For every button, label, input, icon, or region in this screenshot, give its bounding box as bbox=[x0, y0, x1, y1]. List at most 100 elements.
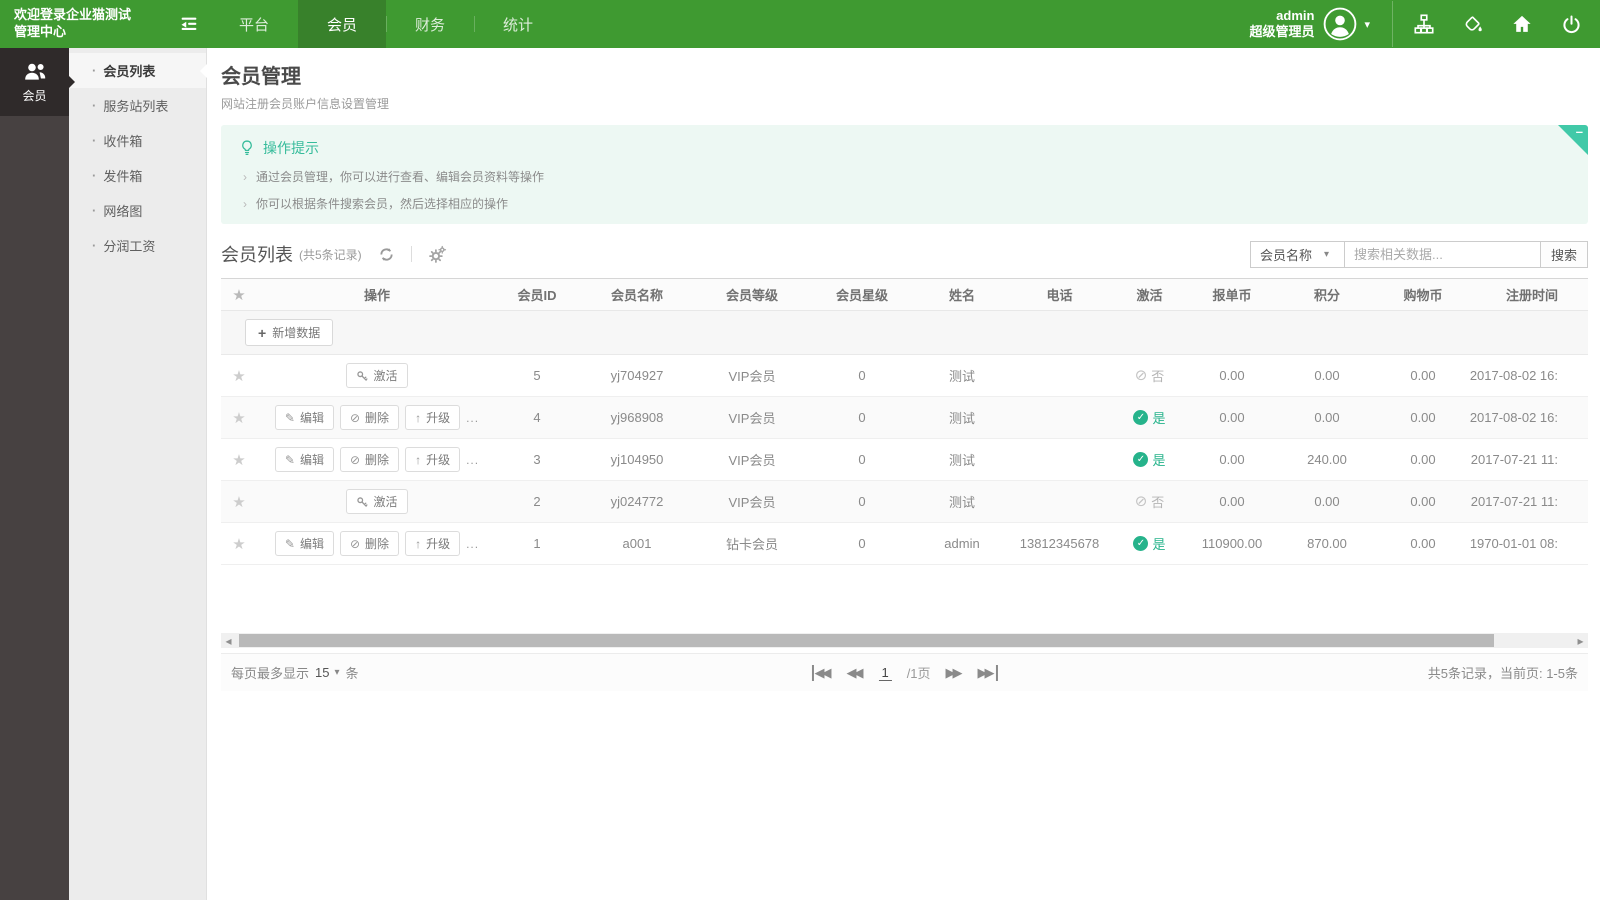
pager-page-total: /1页 bbox=[907, 663, 931, 682]
cell-member-id: 3 bbox=[497, 439, 577, 480]
cell-member-id: 5 bbox=[497, 355, 577, 396]
main-content: 会员管理 网站注册会员账户信息设置管理 – 操作提示 通过会员管理，你可以进行查… bbox=[208, 48, 1600, 900]
check-circle-icon: ✓ bbox=[1133, 410, 1148, 425]
check-circle-icon: ✓ bbox=[1133, 452, 1148, 467]
activate-button[interactable]: 激活 bbox=[346, 489, 407, 514]
tips-corner-fold[interactable] bbox=[1558, 125, 1588, 155]
theme-button[interactable] bbox=[1462, 13, 1484, 35]
cell-points: 0.00 bbox=[1277, 397, 1377, 438]
sidebar-item-service-station-list[interactable]: 服务站列表 bbox=[69, 88, 206, 123]
cell-phone bbox=[1007, 481, 1112, 522]
home-button[interactable] bbox=[1511, 13, 1533, 35]
ban-icon: ⊘ bbox=[350, 454, 360, 466]
tips-title-row: 操作提示 bbox=[239, 138, 1570, 158]
pager-last-button[interactable]: ▶▶ bbox=[978, 665, 998, 681]
cell-member-level: VIP会员 bbox=[697, 397, 807, 438]
pager-next-button[interactable]: ▶▶ bbox=[946, 665, 963, 681]
col-realname: 姓名 bbox=[917, 279, 1007, 310]
sidebar-item-outbox[interactable]: 发件箱 bbox=[69, 158, 206, 193]
favorite-star-icon[interactable]: ★ bbox=[232, 451, 245, 469]
scroll-left-arrow[interactable]: ◂ bbox=[221, 633, 236, 648]
add-data-row: + 新增数据 bbox=[221, 311, 1588, 355]
header-star-icon[interactable]: ★ bbox=[232, 286, 245, 304]
tab-finance[interactable]: 财务 bbox=[386, 0, 474, 48]
refresh-button[interactable] bbox=[378, 246, 395, 263]
cell-member-name: a001 bbox=[577, 523, 697, 564]
cell-realname: 测试 bbox=[917, 439, 1007, 480]
add-data-button[interactable]: + 新增数据 bbox=[245, 319, 333, 346]
favorite-star-icon[interactable]: ★ bbox=[232, 493, 245, 511]
more-actions-button[interactable]: ... bbox=[466, 537, 479, 551]
tips-panel: – 操作提示 通过会员管理，你可以进行查看、编辑会员资料等操作 你可以根据条件搜… bbox=[221, 125, 1588, 224]
key-icon bbox=[356, 370, 368, 382]
col-actions: 操作 bbox=[257, 279, 497, 310]
avatar[interactable] bbox=[1323, 7, 1357, 41]
module-rail: 会员 bbox=[0, 48, 69, 900]
sidebar-item-inbox[interactable]: 收件箱 bbox=[69, 123, 206, 158]
cell-member-stars: 0 bbox=[807, 523, 917, 564]
logout-button[interactable] bbox=[1560, 13, 1582, 35]
key-icon bbox=[356, 496, 368, 508]
cell-member-stars: 0 bbox=[807, 355, 917, 396]
module-member[interactable]: 会员 bbox=[0, 48, 69, 116]
cell-shopping-coin: 0.00 bbox=[1377, 355, 1469, 396]
tab-platform[interactable]: 平台 bbox=[210, 0, 298, 48]
cell-activated: ✓ 是 bbox=[1112, 397, 1187, 438]
cell-member-name: yj968908 bbox=[577, 397, 697, 438]
sidebar-item-member-list[interactable]: 会员列表 bbox=[69, 53, 206, 88]
search-button[interactable]: 搜索 bbox=[1540, 241, 1588, 268]
list-settings-button[interactable] bbox=[428, 245, 447, 264]
sidebar-item-profit-salary[interactable]: 分润工资 bbox=[69, 228, 206, 263]
col-member-name: 会员名称 bbox=[577, 279, 697, 310]
pager-first-button[interactable]: ◀◀ bbox=[811, 665, 831, 681]
cell-points: 0.00 bbox=[1277, 355, 1377, 396]
cell-reg-time: 2017-07-21 11: bbox=[1469, 439, 1588, 480]
tab-statistics[interactable]: 统计 bbox=[474, 0, 562, 48]
favorite-star-icon[interactable]: ★ bbox=[232, 535, 245, 553]
upgrade-button[interactable]: ↑升级 bbox=[405, 531, 460, 556]
cell-shopping-coin: 0.00 bbox=[1377, 523, 1469, 564]
sidebar-toggle-button[interactable] bbox=[168, 0, 210, 48]
per-page-select[interactable]: 15 ▾ bbox=[315, 665, 340, 680]
tips-collapse-button[interactable]: – bbox=[1576, 125, 1583, 139]
favorite-star-icon[interactable]: ★ bbox=[232, 409, 245, 427]
delete-button[interactable]: ⊘删除 bbox=[340, 405, 399, 430]
search-category-select[interactable]: 会员名称 ▾ bbox=[1250, 241, 1345, 268]
table-header-row: ★ 操作 会员ID 会员名称 会员等级 会员星级 姓名 电话 激活 报单币 积分… bbox=[221, 279, 1588, 311]
delete-button[interactable]: ⊘删除 bbox=[340, 531, 399, 556]
pager-prev-button[interactable]: ◀◀ bbox=[846, 665, 863, 681]
status-active: 是 bbox=[1152, 534, 1165, 553]
cell-activated: ✓ 是 bbox=[1112, 523, 1187, 564]
scroll-right-arrow[interactable]: ▸ bbox=[1573, 633, 1588, 648]
cell-reg-time: 2017-08-02 16: bbox=[1469, 355, 1588, 396]
sitemap-button[interactable] bbox=[1413, 13, 1435, 35]
avatar-dropdown-caret-icon[interactable]: ▾ bbox=[1364, 18, 1370, 31]
ban-icon: ⊘ bbox=[1135, 494, 1148, 509]
pager-current-page[interactable]: 1 bbox=[878, 665, 891, 681]
delete-button[interactable]: ⊘删除 bbox=[340, 447, 399, 472]
cell-phone bbox=[1007, 397, 1112, 438]
upgrade-button[interactable]: ↑升级 bbox=[405, 447, 460, 472]
tab-member[interactable]: 会员 bbox=[298, 0, 386, 48]
edit-button[interactable]: ✎编辑 bbox=[275, 405, 334, 430]
plus-icon: + bbox=[258, 327, 266, 339]
horizontal-scrollbar: ◂ ▸ bbox=[221, 633, 1588, 648]
edit-button[interactable]: ✎编辑 bbox=[275, 447, 334, 472]
scrollbar-thumb[interactable] bbox=[239, 634, 1494, 647]
cell-activated: ⊘ 否 bbox=[1112, 481, 1187, 522]
more-actions-button[interactable]: ... bbox=[466, 411, 479, 425]
search-input[interactable] bbox=[1345, 241, 1541, 268]
favorite-star-icon[interactable]: ★ bbox=[232, 367, 245, 385]
cell-member-stars: 0 bbox=[807, 397, 917, 438]
upgrade-button[interactable]: ↑升级 bbox=[405, 405, 460, 430]
welcome-text: 欢迎登录企业猫测试 管理中心 bbox=[0, 0, 168, 48]
paint-drop-icon bbox=[1463, 14, 1483, 34]
cell-points: 0.00 bbox=[1277, 481, 1377, 522]
sidebar-item-network-diagram[interactable]: 网络图 bbox=[69, 193, 206, 228]
activate-button[interactable]: 激活 bbox=[346, 363, 407, 388]
col-member-level: 会员等级 bbox=[697, 279, 807, 310]
edit-button[interactable]: ✎编辑 bbox=[275, 531, 334, 556]
more-actions-button[interactable]: ... bbox=[466, 453, 479, 467]
cell-reg-time: 2017-08-02 16: bbox=[1469, 397, 1588, 438]
user-role: 超级管理员 bbox=[1249, 24, 1314, 40]
